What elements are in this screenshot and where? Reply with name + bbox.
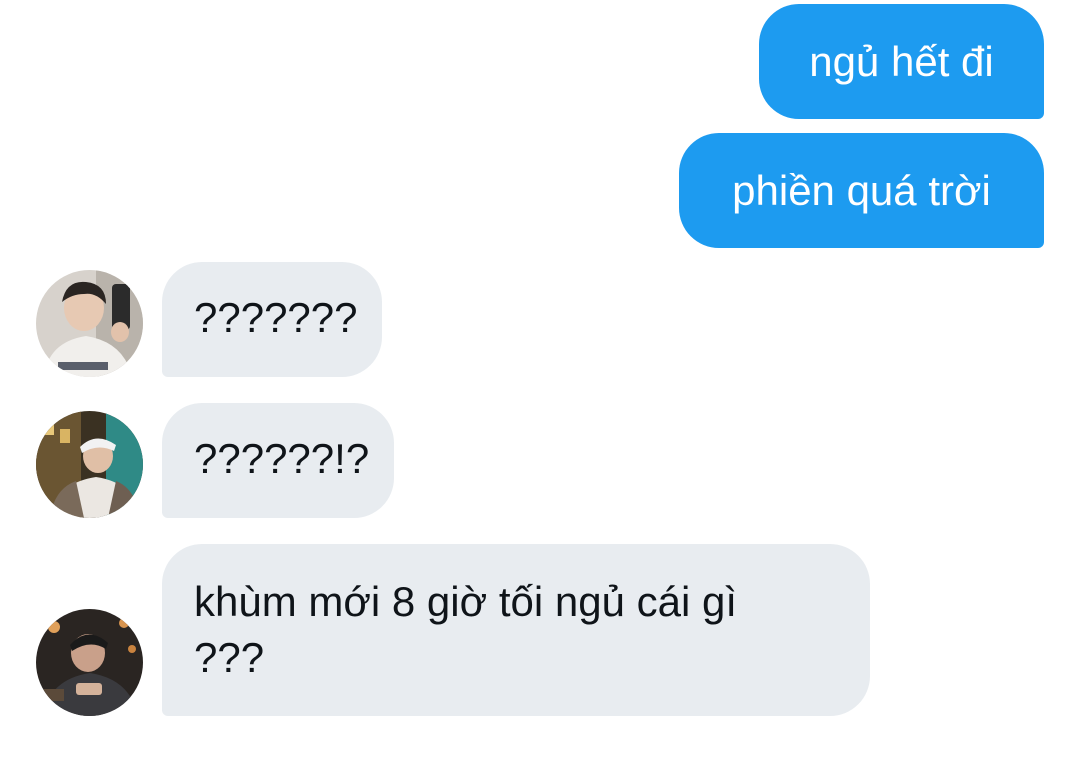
- incoming-message-bubble[interactable]: ???????: [162, 262, 382, 377]
- outgoing-message-bubble[interactable]: phiền quá trời: [679, 133, 1044, 248]
- avatar-photo-icon: [36, 270, 143, 377]
- message-text: ngủ hết đi: [809, 38, 994, 85]
- incoming-message-bubble[interactable]: ??????!?: [162, 403, 394, 518]
- user-avatar-2[interactable]: [36, 411, 143, 518]
- avatar-photo-icon: [36, 609, 143, 716]
- message-text: ???????: [194, 294, 358, 341]
- message-text: khùm mới 8 giờ tối ngủ cái gì ???: [194, 578, 737, 681]
- outgoing-message-bubble[interactable]: ngủ hết đi: [759, 4, 1044, 119]
- message-text: phiền quá trời: [732, 167, 991, 214]
- user-avatar-1[interactable]: [36, 270, 143, 377]
- avatar-photo-icon: [36, 411, 143, 518]
- user-avatar-3[interactable]: [36, 609, 143, 716]
- message-text: ??????!?: [194, 435, 370, 482]
- incoming-message-bubble[interactable]: khùm mới 8 giờ tối ngủ cái gì ???: [162, 544, 870, 716]
